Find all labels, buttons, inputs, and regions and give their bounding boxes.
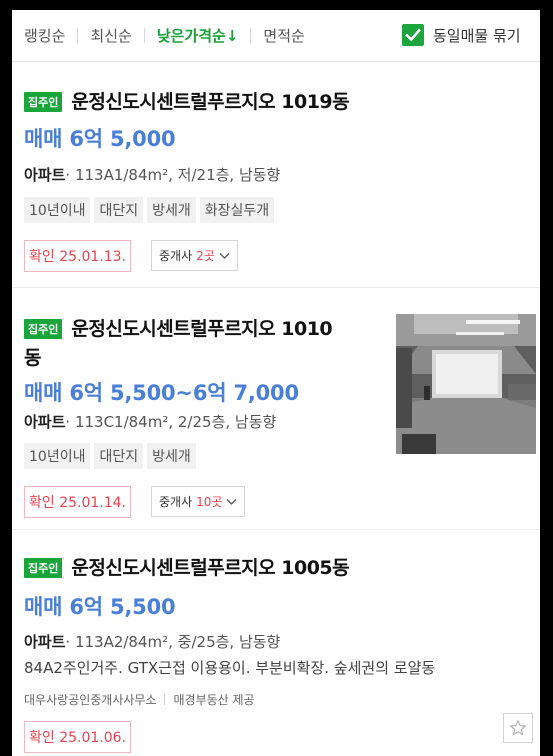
chevron-down-icon [226, 498, 237, 505]
divider [143, 28, 145, 43]
owner-badge: 집주인 [24, 92, 63, 112]
listing-title-line: 운정신도시센트럴푸르지오 1010 [71, 318, 333, 340]
listing-item[interactable]: 집주인 운정신도시센트럴푸르지오 1005동 매매 6억 5,500 아파트· … [12, 547, 540, 756]
agent-count: 10곳 [196, 495, 223, 509]
listing-price: 매매 6억 5,000 [24, 127, 176, 151]
feature-tag: 10년이내 [24, 197, 91, 223]
sort-area[interactable]: 면적순 [263, 25, 304, 46]
feature-tag: 방세개 [147, 443, 196, 469]
feature-tag: 대단지 [94, 197, 144, 223]
sort-latest[interactable]: 최신순 [90, 25, 131, 46]
property-detail: · 113A2/84m², 중/25층, 남동향 [65, 633, 281, 651]
listing-price: 매매 6억 5,500 [24, 595, 176, 619]
owner-badge: 집주인 [24, 319, 63, 339]
divider [250, 28, 252, 43]
property-type: 아파트 [24, 633, 66, 651]
property-detail: · 113C1/84m², 2/25층, 남동향 [65, 413, 277, 431]
divider [164, 694, 166, 705]
agent-count: 2곳 [196, 249, 215, 263]
sort-lowest-price[interactable]: 낮은가격순↓ [157, 25, 239, 46]
listing-panel: 랭킹순 최신순 낮은가격순↓ 면적순 동일매물 묶기 집주인 운정신도시센트럴푸… [12, 10, 540, 756]
listing-title-row: 집주인 운정신도시센트럴푸르지오 1019동 [24, 87, 350, 117]
confirm-date-badge: 확인 25.01.06. [24, 721, 132, 753]
listing-spec: 아파트· 113C1/84m², 2/25층, 남동향 [24, 411, 276, 432]
feature-tags: 10년이내 대단지 방세개 [24, 443, 196, 469]
listing-item[interactable]: 집주인 운정신도시센트럴푸르지오 1010 동 매매 6억 5,500~6억 7… [12, 304, 540, 530]
listing-title[interactable]: 운정신도시센트럴푸르지오 1010 [71, 314, 332, 344]
apartment-interior-photo[interactable] [396, 314, 536, 454]
listing-title[interactable]: 운정신도시센트럴푸르지오 1019동 [71, 87, 349, 117]
listing-spec: 아파트· 113A1/84m², 저/21층, 남동향 [24, 164, 280, 185]
agent-count-dropdown[interactable]: 중개사 10곳 [151, 486, 246, 517]
feature-tag: 화장실두개 [199, 197, 275, 223]
listing-spec: 아파트· 113A2/84m², 중/25층, 남동향 [24, 631, 280, 652]
star-icon [509, 719, 527, 736]
property-type: 아파트 [24, 166, 66, 184]
confirm-date-badge: 확인 25.01.14. [24, 486, 132, 518]
sort-ranking[interactable]: 랭킹순 [24, 25, 65, 46]
group-same-listings-toggle[interactable]: 동일매물 묶기 [402, 24, 521, 46]
divider [77, 28, 79, 43]
listing-item[interactable]: 집주인 운정신도시센트럴푸르지오 1019동 매매 6억 5,000 아파트· … [12, 83, 540, 288]
source-agent[interactable]: 대우사랑공인중개사사무소 [24, 691, 156, 708]
chevron-down-icon [219, 252, 230, 259]
feature-tag: 10년이내 [24, 443, 91, 469]
agent-label: 중개사 [159, 249, 193, 263]
property-type: 아파트 [24, 413, 66, 431]
listing-title-row: 집주인 운정신도시센트럴푸르지오 1005동 [24, 553, 350, 583]
listing-description: 84A2주인거주. GTX근접 이용용이. 부분비확장. 숲세권의 로얄동 [24, 659, 436, 677]
property-detail: · 113A1/84m², 저/21층, 남동향 [65, 166, 281, 184]
feature-tag: 대단지 [94, 443, 144, 469]
agent-label: 중개사 [159, 495, 193, 509]
group-toggle-label: 동일매물 묶기 [433, 26, 521, 45]
confirm-date-badge: 확인 25.01.13. [24, 240, 132, 272]
agent-count-dropdown[interactable]: 중개사 2곳 [151, 240, 238, 271]
listing-price: 매매 6억 5,500~6억 7,000 [24, 381, 299, 405]
feature-tag: 방세개 [147, 197, 196, 223]
listing-title-continued[interactable]: 동 [24, 343, 41, 373]
listing-title-row: 집주인 운정신도시센트럴푸르지오 1010 [24, 314, 384, 344]
checkbox-checked-icon[interactable] [402, 24, 424, 46]
feature-tags: 10년이내 대단지 방세개 화장실두개 [24, 197, 275, 223]
listing-source: 대우사랑공인중개사사무소 매경부동산 제공 [24, 691, 255, 708]
source-provider: 매경부동산 제공 [173, 693, 255, 707]
owner-badge: 집주인 [24, 558, 63, 578]
listing-title[interactable]: 운정신도시센트럴푸르지오 1005동 [71, 553, 349, 583]
favorite-button[interactable] [503, 713, 533, 743]
